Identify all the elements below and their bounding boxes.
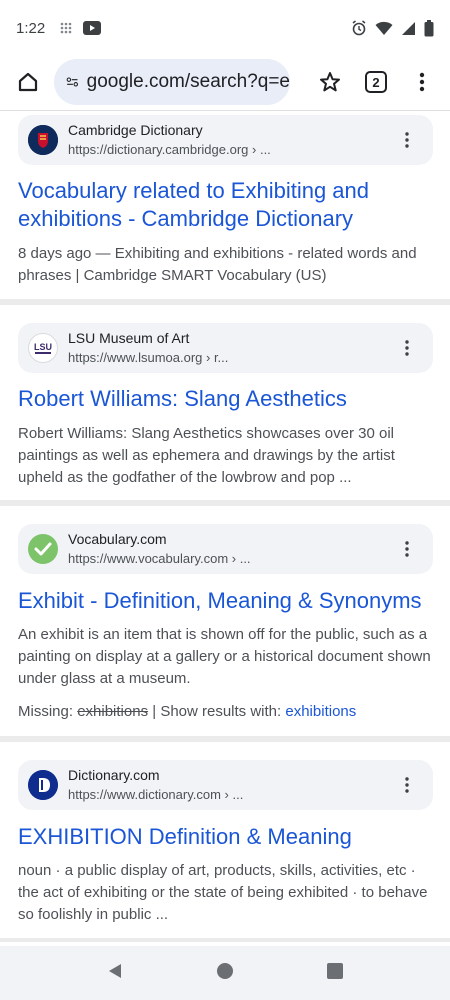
home-icon (18, 72, 38, 92)
status-bar: 1:22 (0, 0, 450, 56)
cell-signal-icon (402, 21, 415, 35)
result-snippet: An exhibit is an item that is shown off … (18, 626, 431, 687)
result-more-button[interactable] (395, 537, 419, 561)
back-button[interactable] (106, 962, 124, 985)
result-divider (0, 299, 450, 305)
result-source[interactable]: Vocabulary.com https://www.vocabulary.co… (18, 524, 433, 574)
tab-switcher-button[interactable]: 2 (356, 62, 396, 102)
result-more-button[interactable] (395, 773, 419, 797)
tab-count: 2 (365, 71, 387, 93)
youtube-icon (83, 21, 102, 35)
missing-term: exhibitions (77, 703, 149, 720)
result-title-link[interactable]: Exhibit - Definition, Meaning & Synonyms (18, 587, 438, 615)
url-text: google.com/search?q=e (86, 71, 290, 92)
missing-terms: Missing: exhibitions | Show results with… (18, 703, 356, 720)
recents-square-icon (327, 962, 343, 979)
result-divider (0, 736, 450, 742)
result-snippet: 8 days ago — Exhibiting and exhibitions … (18, 245, 417, 284)
more-vertical-icon (405, 132, 409, 148)
site-url: https://www.dictionary.com › ... (68, 787, 244, 802)
site-url: https://dictionary.cambridge.org › ... (68, 142, 271, 157)
wifi-icon (375, 21, 393, 35)
overflow-menu-button[interactable] (402, 62, 442, 102)
toolbar-divider (0, 110, 450, 111)
result-source[interactable]: LSU LSU Museum of Art https://www.lsumoa… (18, 323, 433, 373)
home-button[interactable] (8, 62, 48, 102)
site-name: LSU Museum of Art (68, 330, 190, 346)
dictionary-com-favicon-icon (28, 770, 58, 800)
svg-text:LSU: LSU (34, 342, 52, 352)
result-source[interactable]: Dictionary.com https://www.dictionary.co… (18, 760, 433, 810)
more-vertical-icon (405, 541, 409, 557)
site-url: https://www.vocabulary.com › ... (68, 551, 251, 566)
vocabulary-favicon-icon (28, 534, 58, 564)
more-vertical-icon (405, 340, 409, 356)
more-vertical-icon (419, 72, 425, 92)
site-url: https://www.lsumoa.org › r... (68, 350, 229, 365)
result-more-button[interactable] (395, 128, 419, 152)
recents-button[interactable] (326, 962, 344, 985)
more-vertical-icon (405, 777, 409, 793)
missing-label: Missing: (18, 703, 74, 720)
show-results-label: | Show results with: (152, 703, 282, 720)
result-divider (0, 500, 450, 506)
show-results-link[interactable]: exhibitions (285, 703, 356, 720)
alarm-icon (352, 20, 366, 36)
home-circle-icon (217, 962, 233, 979)
lsu-favicon-icon: LSU (28, 333, 58, 363)
result-title-link[interactable]: Vocabulary related to Exhibiting and exh… (18, 177, 438, 233)
system-navigation-bar (0, 946, 450, 1000)
status-time: 1:22 (16, 19, 46, 37)
site-settings-icon (66, 77, 79, 87)
result-title-link[interactable]: EXHIBITION Definition & Meaning (18, 823, 438, 851)
result-source[interactable]: Cambridge Dictionary https://dictionary.… (18, 115, 433, 165)
site-name: Cambridge Dictionary (68, 122, 203, 138)
site-name: Vocabulary.com (68, 531, 167, 547)
battery-icon (424, 19, 434, 36)
result-snippet: noun · a public display of art, products… (18, 862, 428, 923)
result-divider (0, 938, 450, 942)
url-bar[interactable]: google.com/search?q=e (54, 59, 290, 105)
cambridge-favicon-icon (28, 125, 58, 155)
star-icon (320, 72, 340, 92)
result-more-button[interactable] (395, 336, 419, 360)
back-triangle-icon (109, 963, 121, 978)
browser-toolbar: google.com/search?q=e 2 (0, 56, 450, 108)
home-nav-button[interactable] (216, 962, 234, 985)
result-snippet: Robert Williams: Slang Aesthetics showca… (18, 425, 395, 486)
result-title-link[interactable]: Robert Williams: Slang Aesthetics (18, 385, 438, 413)
bookmark-button[interactable] (310, 62, 350, 102)
site-name: Dictionary.com (68, 767, 160, 783)
dots-grid-icon (60, 22, 72, 34)
